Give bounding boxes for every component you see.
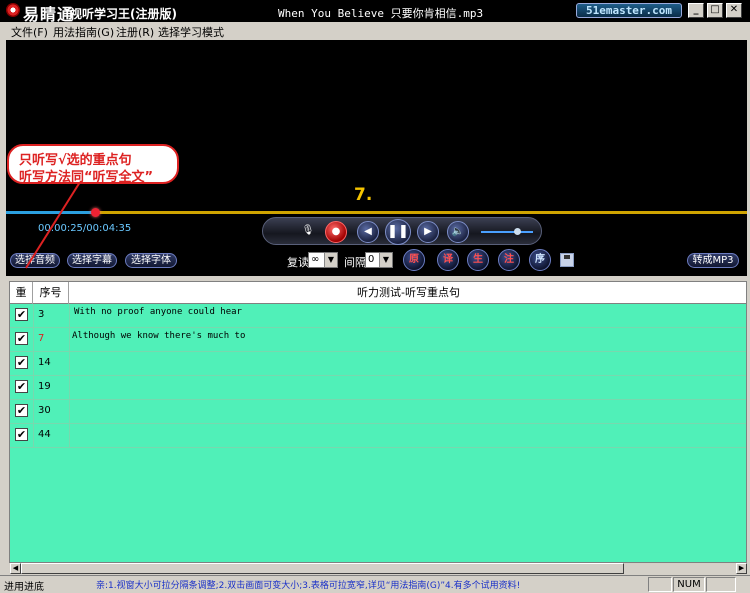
window-title: When You Believe 只要你肯相信.mp3	[278, 7, 484, 20]
row-number: 7	[38, 333, 45, 344]
minimize-button[interactable]: _	[688, 3, 704, 18]
column-divider	[69, 400, 70, 424]
column-divider	[33, 304, 34, 328]
row-checkbox[interactable]: ✔	[15, 428, 28, 441]
menu-file[interactable]: 文件(F)	[11, 24, 48, 40]
table-header: 重 序号 听力测试-听写重点句	[10, 282, 746, 304]
header-check[interactable]: 重	[10, 282, 33, 304]
notes-button[interactable]: 注	[498, 249, 520, 271]
num-lock-indicator: NUM	[673, 577, 705, 592]
app-subtitle: 视听学习王(注册版)	[70, 7, 177, 21]
column-divider	[33, 328, 34, 352]
row-number: 3	[38, 309, 45, 320]
vocabulary-button[interactable]: 生	[467, 249, 489, 271]
repeat-label: 复读	[287, 256, 309, 269]
volume-thumb[interactable]	[514, 228, 522, 235]
interval-select[interactable]: 0 ▼	[365, 252, 393, 268]
column-divider	[33, 400, 34, 424]
row-checkbox[interactable]: ✔	[15, 404, 28, 417]
column-divider	[69, 352, 70, 376]
scroll-right-icon[interactable]: ▶	[736, 563, 747, 574]
header-index[interactable]: 序号	[33, 282, 69, 304]
table-row[interactable]: ✔ 14	[10, 352, 746, 376]
status-cell-blank	[706, 577, 736, 592]
row-checkbox[interactable]: ✔	[15, 308, 28, 321]
row-number: 30	[38, 405, 51, 416]
order-button[interactable]: 序	[529, 249, 551, 271]
column-divider	[33, 424, 34, 448]
sentence-table: 重 序号 听力测试-听写重点句 ✔ 3 With no proof anyone c…	[9, 281, 747, 563]
transport-bar: 🎙 ● ◀ ❚❚ ▶ 🔈	[262, 217, 542, 245]
row-sentence[interactable]: Although we know there's much to	[72, 331, 245, 341]
header-content[interactable]: 听力测试-听写重点句	[69, 282, 746, 304]
progress-fill	[6, 211, 95, 214]
original-button[interactable]: 原	[403, 249, 425, 271]
column-divider	[69, 328, 70, 352]
column-divider	[33, 352, 34, 376]
previous-icon[interactable]: ◀	[357, 221, 379, 243]
progress-track[interactable]	[6, 211, 747, 214]
select-audio-button[interactable]: 选择音频	[10, 253, 60, 268]
menu-register[interactable]: 注册(R)	[116, 24, 154, 40]
table-row[interactable]: ✔ 19	[10, 376, 746, 400]
repeat-select[interactable]: ∞ ▼	[308, 252, 338, 268]
chevron-down-icon: ▼	[324, 253, 337, 267]
table-row[interactable]: ✔ 30	[10, 400, 746, 424]
select-font-button[interactable]: 选择字体	[125, 253, 177, 268]
row-number: 44	[38, 429, 51, 440]
column-divider	[69, 376, 70, 400]
table-row[interactable]: ✔ 7 Although we know there's much to	[10, 328, 746, 352]
scroll-left-icon[interactable]: ◀	[10, 563, 21, 574]
menu-learning-mode[interactable]: 选择学习模式	[158, 24, 224, 40]
save-icon[interactable]	[560, 253, 574, 267]
maximize-button[interactable]: □	[707, 3, 723, 18]
interval-label: 间隔	[344, 256, 366, 269]
player-controls: 7. 00:00:25/00:04:35 🎙 ● ◀ ❚❚ ▶ 🔈 选择音频 选…	[6, 185, 747, 276]
row-checkbox[interactable]: ✔	[15, 380, 28, 393]
repeat-value: ∞	[311, 254, 320, 265]
callout-line-2: 听写方法同“听写全文”	[19, 170, 154, 185]
menu-guide[interactable]: 用法指南(G)	[53, 24, 114, 40]
interval-value: 0	[368, 254, 375, 265]
row-number: 14	[38, 357, 51, 368]
time-readout: 00:00:25/00:04:35	[38, 223, 132, 234]
chevron-down-icon: ▼	[379, 253, 392, 267]
record-icon[interactable]: ●	[325, 221, 347, 243]
microphone-icon[interactable]: 🎙	[297, 221, 319, 243]
close-button[interactable]: ✕	[726, 3, 742, 18]
status-left: 进用进底	[4, 582, 44, 593]
column-divider	[33, 376, 34, 400]
next-icon[interactable]: ▶	[417, 221, 439, 243]
horizontal-scrollbar[interactable]: ◀ ▶	[10, 563, 747, 574]
row-checkbox[interactable]: ✔	[15, 356, 28, 369]
status-cell-blank	[648, 577, 672, 592]
column-divider	[69, 424, 70, 448]
title-bar: 易睛通 视听学习王(注册版) When You Believe 只要你肯相信.m…	[0, 0, 750, 24]
menu-bar: 文件(F) 用法指南(G) 注册(R) 选择学习模式	[0, 22, 750, 39]
select-subtitle-button[interactable]: 选择字幕	[67, 253, 117, 268]
speaker-icon[interactable]: 🔈	[447, 221, 469, 243]
convert-mp3-button[interactable]: 转成MP3	[687, 253, 739, 268]
translation-button[interactable]: 译	[437, 249, 459, 271]
status-tip: 亲:1.视窗大小可拉分隔条调整;2.双击画面可变大小;3.表格可拉宽窄,详见“用…	[96, 581, 521, 591]
volume-slider[interactable]	[481, 231, 533, 233]
callout-balloon: 只听写√选的重点句 听写方法同“听写全文”	[7, 144, 179, 185]
current-sentence-number: 7.	[354, 185, 373, 205]
progress-thumb[interactable]	[90, 208, 100, 217]
column-divider	[69, 304, 70, 328]
row-checkbox[interactable]: ✔	[15, 332, 28, 345]
status-bar: 进用进底 亲:1.视窗大小可拉分隔条调整;2.双击画面可变大小;3.表格可拉宽窄…	[0, 575, 750, 593]
table-row[interactable]: ✔ 44	[10, 424, 746, 448]
scroll-thumb[interactable]	[21, 563, 624, 574]
row-sentence[interactable]: With no proof anyone could hear	[74, 307, 242, 317]
row-number: 19	[38, 381, 51, 392]
pause-icon[interactable]: ❚❚	[385, 219, 411, 245]
table-row[interactable]: ✔ 3 With no proof anyone could hear	[10, 304, 746, 328]
brand-badge[interactable]: 51emaster.com	[576, 3, 682, 18]
app-logo-icon	[6, 3, 20, 17]
